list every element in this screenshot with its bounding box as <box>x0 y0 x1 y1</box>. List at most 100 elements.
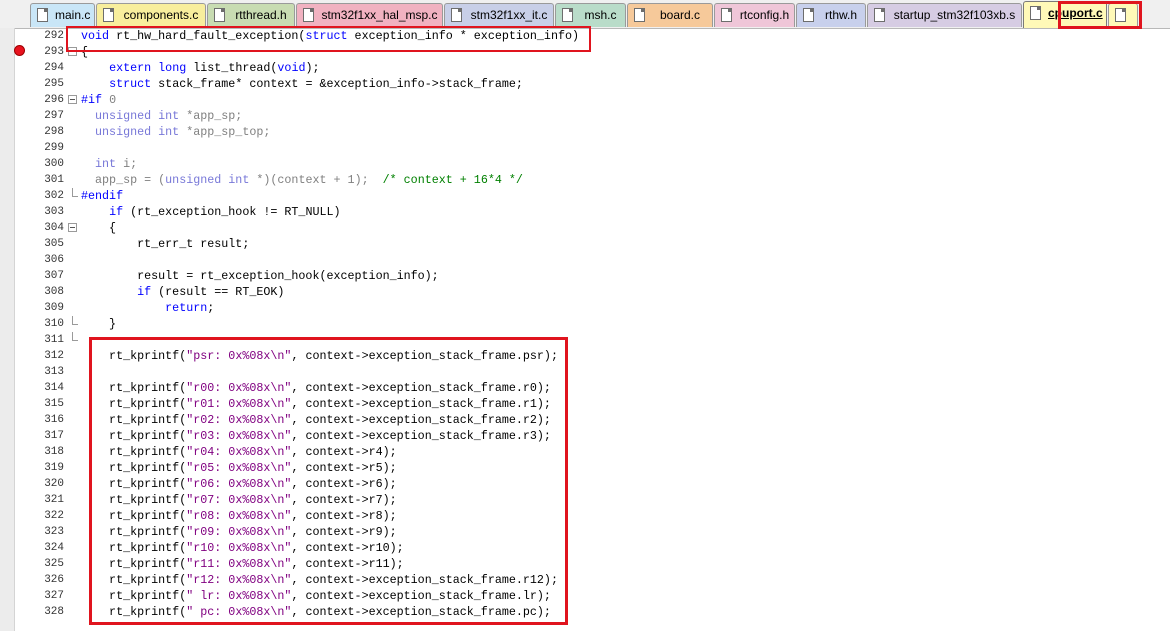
line-number: 320 <box>44 478 64 490</box>
file-icon <box>451 8 462 22</box>
fold-toggle-icon[interactable] <box>68 47 77 56</box>
file-icon <box>103 8 114 22</box>
code-line[interactable]: 325 rt_kprintf("r11: 0x%08x\n", context-… <box>0 556 1170 572</box>
code-line[interactable]: 296 #if 0 <box>0 92 1170 108</box>
code-text: app_sp = (unsigned int *)(context + 1); … <box>81 173 523 187</box>
code-text: void rt_hw_hard_fault_exception(struct e… <box>81 29 579 43</box>
code-line[interactable]: 312 rt_kprintf("psr: 0x%08x\n", context-… <box>0 348 1170 364</box>
code-line[interactable]: 322 rt_kprintf("r08: 0x%08x\n", context-… <box>0 508 1170 524</box>
code-text: rt_kprintf(" lr: 0x%08x\n", context->exc… <box>81 589 551 603</box>
tab-label: msh.c <box>584 8 617 22</box>
line-number: 328 <box>44 606 64 618</box>
code-line[interactable]: 309 return; <box>0 300 1170 316</box>
code-line[interactable]: 315 rt_kprintf("r01: 0x%08x\n", context-… <box>0 396 1170 412</box>
tab-board-c[interactable]: board.c <box>627 3 713 27</box>
file-icon <box>303 8 314 22</box>
line-number: 309 <box>44 302 64 314</box>
code-line[interactable]: 298 unsigned int *app_sp_top; <box>0 124 1170 140</box>
tab-stm32f1xx-it-c[interactable]: stm32f1xx_it.c <box>444 3 554 27</box>
code-line[interactable]: 320 rt_kprintf("r06: 0x%08x\n", context-… <box>0 476 1170 492</box>
line-number: 304 <box>44 222 64 234</box>
code-line[interactable]: 317 rt_kprintf("r03: 0x%08x\n", context-… <box>0 428 1170 444</box>
code-text: rt_kprintf("r09: 0x%08x\n", context->r9)… <box>81 525 397 539</box>
tab-rthw-h[interactable]: rthw.h <box>796 3 866 27</box>
tab-stm32f1xx-hal-msp-c[interactable]: stm32f1xx_hal_msp.c <box>296 3 443 27</box>
line-number: 299 <box>44 142 64 154</box>
code-line[interactable]: 316 rt_kprintf("r02: 0x%08x\n", context-… <box>0 412 1170 428</box>
code-line[interactable]: 294 extern long list_thread(void); <box>0 60 1170 76</box>
code-text: rt_kprintf("r01: 0x%08x\n", context->exc… <box>81 397 551 411</box>
code-text: int i; <box>95 157 138 171</box>
code-text: { <box>81 221 117 235</box>
code-line[interactable]: 299 <box>0 140 1170 156</box>
code-line[interactable]: 323 rt_kprintf("r09: 0x%08x\n", context-… <box>0 524 1170 540</box>
code-text: #endif <box>81 189 124 203</box>
file-icon <box>37 8 48 22</box>
code-line[interactable]: 310 } <box>0 316 1170 332</box>
fold-end-marker <box>72 188 78 197</box>
code-line[interactable]: 293 { <box>0 44 1170 60</box>
line-number: 305 <box>44 238 64 250</box>
tab-rtconfig-h[interactable]: rtconfig.h <box>714 3 795 27</box>
fold-toggle-icon[interactable] <box>68 95 77 104</box>
code-line[interactable]: 326 rt_kprintf("r12: 0x%08x\n", context-… <box>0 572 1170 588</box>
code-line[interactable]: 306 <box>0 252 1170 268</box>
code-line[interactable]: 305 rt_err_t result; <box>0 236 1170 252</box>
line-number: 307 <box>44 270 64 282</box>
code-text: rt_kprintf("r02: 0x%08x\n", context->exc… <box>81 413 551 427</box>
code-line[interactable]: 319 rt_kprintf("r05: 0x%08x\n", context-… <box>0 460 1170 476</box>
tab-label: main.c <box>55 8 91 22</box>
line-number: 325 <box>44 558 64 570</box>
file-icon <box>721 8 732 22</box>
tab-label: stm32f1xx_it.c <box>470 8 548 22</box>
code-line[interactable]: 304 { <box>0 220 1170 236</box>
tab-main-c[interactable]: main.c <box>30 3 95 27</box>
code-line[interactable]: 300 int i; <box>0 156 1170 172</box>
line-number: 306 <box>44 254 64 266</box>
line-number: 293 <box>44 46 64 58</box>
code-line[interactable]: 295 struct stack_frame* context = &excep… <box>0 76 1170 92</box>
code-text: if (result == RT_EOK) <box>137 285 285 299</box>
tab-msh-c[interactable]: msh.c <box>555 3 626 27</box>
line-number: 319 <box>44 462 64 474</box>
code-line[interactable]: 292 void rt_hw_hard_fault_exception(struc… <box>0 28 1170 44</box>
code-line[interactable]: 308 if (result == RT_EOK) <box>0 284 1170 300</box>
tab-label: startup_stm32f103xb.s <box>893 8 1016 22</box>
code-text: rt_kprintf("psr: 0x%08x\n", context->exc… <box>81 349 558 363</box>
code-text: #if 0 <box>81 93 117 107</box>
line-number: 308 <box>44 286 64 298</box>
tab-overflow[interactable] <box>1108 3 1138 27</box>
line-number: 324 <box>44 542 64 554</box>
tab-label: components.c <box>123 8 199 22</box>
line-number: 327 <box>44 590 64 602</box>
tab-label: stm32f1xx_hal_msp.c <box>321 8 438 22</box>
code-line[interactable]: 318 rt_kprintf("r04: 0x%08x\n", context-… <box>0 444 1170 460</box>
code-line[interactable]: 307 result = rt_exception_hook(exception… <box>0 268 1170 284</box>
line-number: 315 <box>44 398 64 410</box>
file-icon <box>214 8 225 22</box>
tab-cpuport-c[interactable]: cpuport.c <box>1023 1 1107 28</box>
code-line[interactable]: 313 <box>0 364 1170 380</box>
code-line[interactable]: 303 if (rt_exception_hook != RT_NULL) <box>0 204 1170 220</box>
code-editor[interactable]: 292 void rt_hw_hard_fault_exception(struc… <box>0 28 1170 631</box>
line-number: 316 <box>44 414 64 426</box>
code-line[interactable]: 314 rt_kprintf("r00: 0x%08x\n", context-… <box>0 380 1170 396</box>
code-line[interactable]: 297 unsigned int *app_sp; <box>0 108 1170 124</box>
code-line[interactable]: 311 <box>0 332 1170 348</box>
code-line[interactable]: 321 rt_kprintf("r07: 0x%08x\n", context-… <box>0 492 1170 508</box>
code-line[interactable]: 327 rt_kprintf(" lr: 0x%08x\n", context-… <box>0 588 1170 604</box>
fold-toggle-icon[interactable] <box>68 223 77 232</box>
tab-components-c[interactable]: components.c <box>96 3 206 27</box>
line-number: 310 <box>44 318 64 330</box>
line-number: 298 <box>44 126 64 138</box>
code-line[interactable]: 301 app_sp = (unsigned int *)(context + … <box>0 172 1170 188</box>
code-line[interactable]: 324 rt_kprintf("r10: 0x%08x\n", context-… <box>0 540 1170 556</box>
code-text: rt_kprintf("r11: 0x%08x\n", context->r11… <box>81 557 404 571</box>
fold-end-marker <box>72 316 78 325</box>
tab-label: rtconfig.h <box>739 8 790 22</box>
tab-startup-stm32f103xb-s[interactable]: startup_stm32f103xb.s <box>867 3 1022 27</box>
line-number: 301 <box>44 174 64 186</box>
code-line[interactable]: 302 #endif <box>0 188 1170 204</box>
code-line[interactable]: 328 rt_kprintf(" pc: 0x%08x\n", context-… <box>0 604 1170 620</box>
tab-rtthread-h[interactable]: rtthread.h <box>207 3 295 27</box>
